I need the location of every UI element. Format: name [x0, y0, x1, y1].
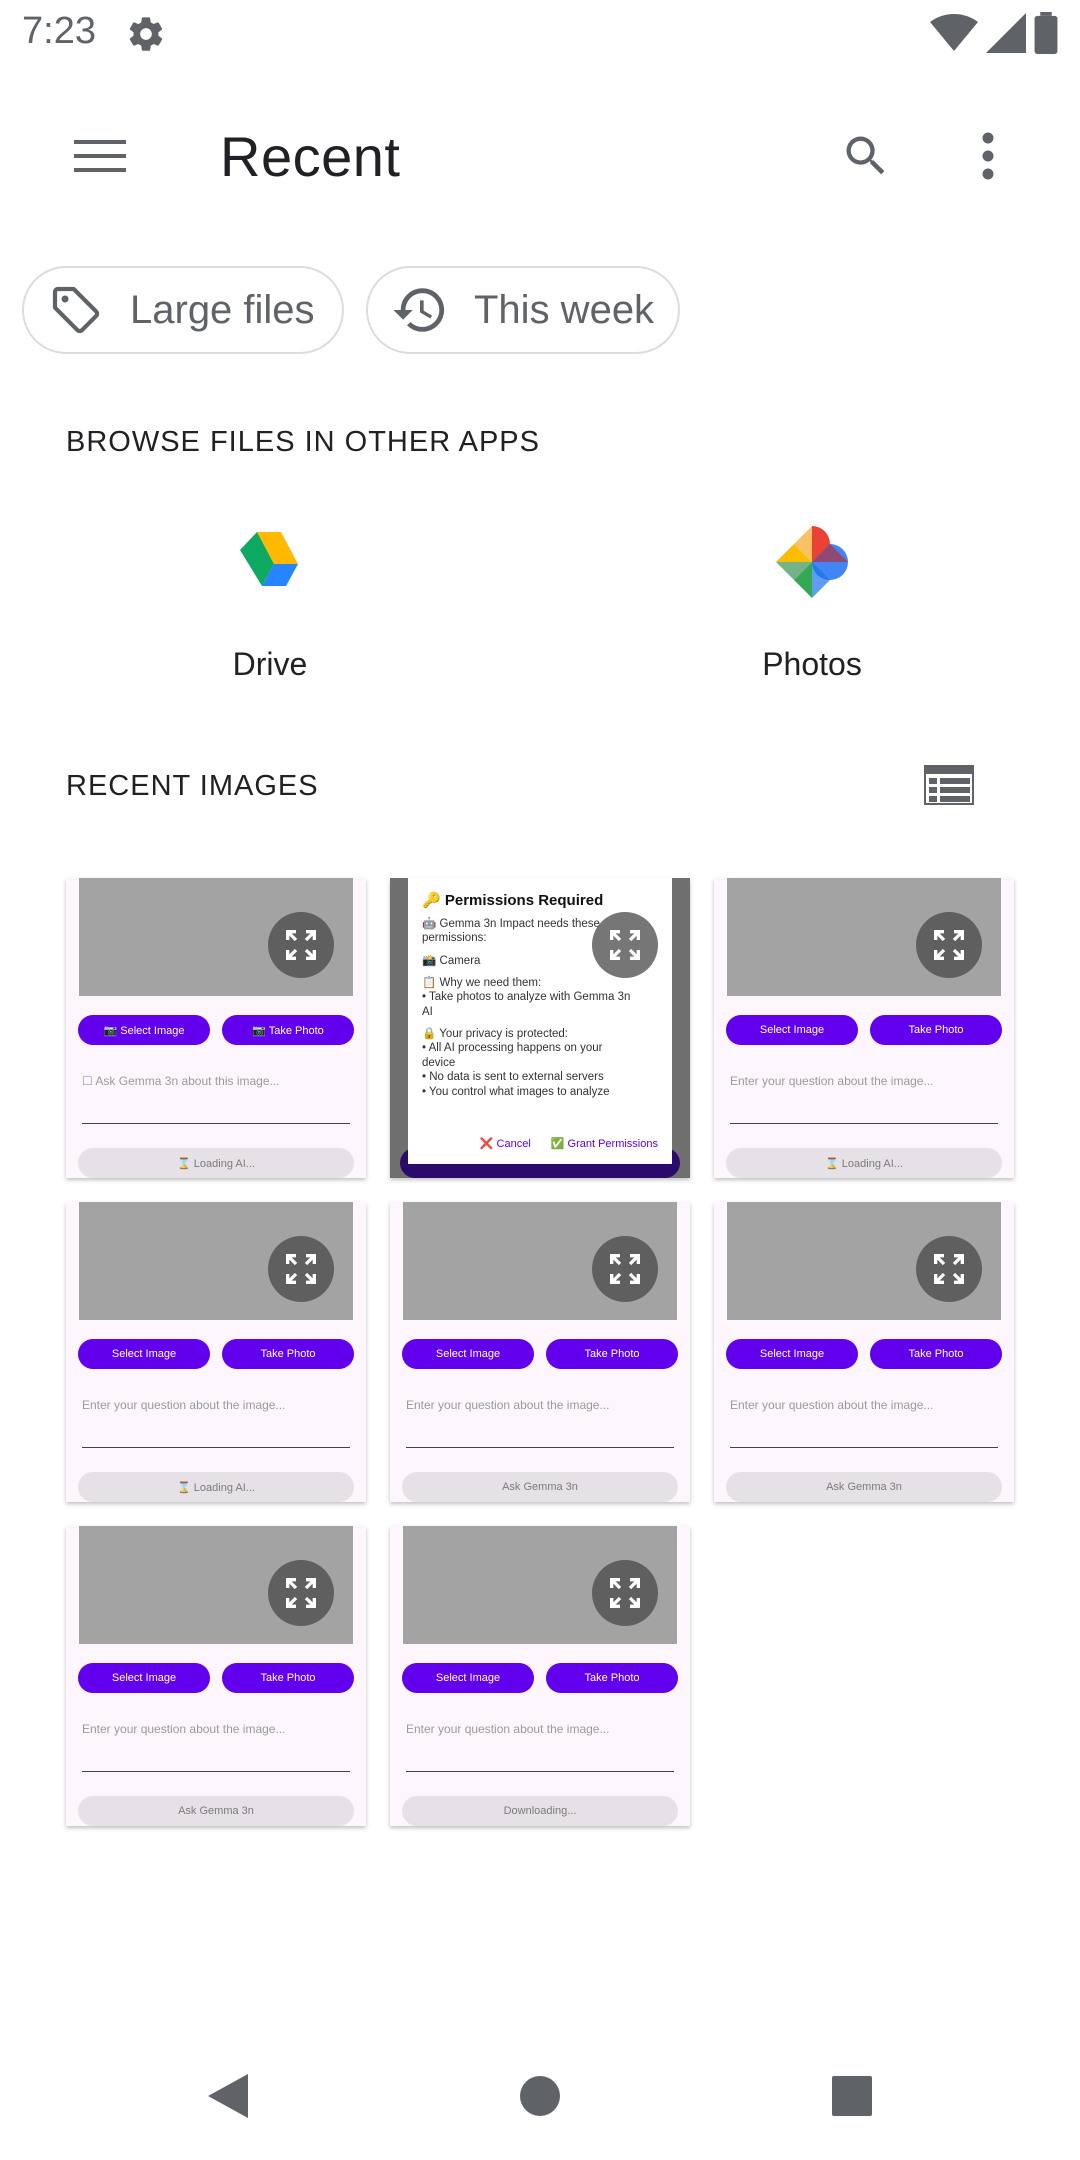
- field-underline: [730, 1447, 998, 1448]
- wifi-icon: [930, 13, 978, 58]
- status-button: ⌛ Loading AI...: [78, 1148, 354, 1178]
- status-button: ⌛ Loading AI...: [726, 1148, 1002, 1178]
- question-field: Enter your question about the image...: [730, 1398, 934, 1412]
- home-icon: [520, 2076, 560, 2116]
- expand-icon[interactable]: [268, 912, 334, 978]
- field-underline: [82, 1771, 350, 1772]
- select-image-button: Select Image: [78, 1663, 210, 1693]
- dialog-title: 🔑 Permissions Required: [422, 892, 604, 909]
- more-options-button[interactable]: [958, 120, 1018, 192]
- select-image-button: 📷 Select Image: [78, 1015, 210, 1045]
- tag-icon: [46, 280, 106, 340]
- back-button[interactable]: [198, 2066, 258, 2126]
- image-thumbnail[interactable]: Select Image Take Photo Enter your quest…: [390, 1526, 690, 1826]
- list-view-toggle-button[interactable]: [918, 754, 980, 816]
- menu-icon: [74, 140, 126, 172]
- app-photos[interactable]: Photos: [692, 520, 932, 690]
- select-image-button: Select Image: [402, 1339, 534, 1369]
- take-photo-button: Take Photo: [870, 1339, 1002, 1369]
- expand-icon[interactable]: [916, 912, 982, 978]
- app-bar: Recent: [0, 100, 1080, 212]
- expand-icon[interactable]: [268, 1236, 334, 1302]
- image-thumbnail[interactable]: Select Image Take Photo Enter your quest…: [714, 878, 1014, 1178]
- list-view-icon: [924, 765, 974, 805]
- field-underline: [82, 1447, 350, 1448]
- question-field: Enter your question about the image...: [730, 1074, 934, 1088]
- status-button: Ask Gemma 3n: [78, 1796, 354, 1826]
- question-field: Enter your question about the image...: [82, 1398, 286, 1412]
- take-photo-button: Take Photo: [870, 1015, 1002, 1045]
- recents-icon: [832, 2076, 872, 2116]
- app-label: Drive: [232, 646, 308, 682]
- dialog-line: • All AI processing happens on your: [422, 1042, 603, 1055]
- home-button[interactable]: [510, 2066, 570, 2126]
- navigation-bar: [0, 2040, 1080, 2160]
- recent-images-title: RECENT IMAGES: [66, 770, 319, 802]
- image-thumbnail[interactable]: 📷 Select Image 📷 Take Photo ☐ Ask Gemma …: [66, 878, 366, 1178]
- dialog-line: 🔒 Your privacy is protected:: [422, 1028, 569, 1040]
- photos-icon: [770, 520, 854, 604]
- expand-icon[interactable]: [916, 1236, 982, 1302]
- field-underline: [406, 1771, 674, 1772]
- chip-large-files[interactable]: Large files: [22, 266, 344, 354]
- status-time: 7:23: [22, 10, 96, 52]
- app-drive[interactable]: Drive: [150, 520, 390, 690]
- status-button: Ask Gemma 3n: [726, 1472, 1002, 1502]
- field-underline: [82, 1123, 350, 1124]
- take-photo-button: 📷 Take Photo: [222, 1015, 354, 1045]
- chip-this-week[interactable]: This week: [366, 266, 680, 354]
- field-underline: [730, 1123, 998, 1124]
- history-icon: [390, 280, 450, 340]
- back-icon: [208, 2074, 248, 2118]
- select-image-button: Select Image: [726, 1339, 858, 1369]
- field-underline: [406, 1447, 674, 1448]
- status-bar: 7:23: [0, 0, 1080, 66]
- image-thumbnail[interactable]: Select Image Take Photo Enter your quest…: [66, 1202, 366, 1502]
- question-field: Enter your question about the image...: [82, 1722, 286, 1736]
- app-label: Photos: [762, 646, 862, 682]
- search-icon: [846, 136, 885, 175]
- select-image-button: Select Image: [726, 1015, 858, 1045]
- question-field: ☐ Ask Gemma 3n about this image...: [82, 1074, 280, 1088]
- status-button: Downloading...: [402, 1796, 678, 1826]
- dialog-line: device: [422, 1056, 456, 1069]
- status-button: ⌛ Loading AI...: [78, 1472, 354, 1502]
- chip-label: Large files: [130, 287, 315, 332]
- battery-icon: [1034, 12, 1058, 59]
- dialog-cancel: ❌ Cancel: [479, 1138, 531, 1151]
- question-field: Enter your question about the image...: [406, 1722, 610, 1736]
- more-vert-icon: [982, 132, 994, 180]
- search-button[interactable]: [830, 120, 902, 192]
- image-thumbnail[interactable]: Select Image Take Photo Enter your quest…: [66, 1526, 366, 1826]
- take-photo-button: Take Photo: [546, 1339, 678, 1369]
- page-title: Recent: [220, 125, 401, 188]
- dialog-line: • Take photos to analyze with Gemma 3n: [422, 991, 631, 1004]
- dialog-line: • No data is sent to external servers: [422, 1071, 604, 1084]
- chip-label: This week: [474, 287, 655, 332]
- gear-icon: [126, 14, 166, 54]
- dialog-grant: ✅ Grant Permissions: [550, 1138, 658, 1151]
- menu-button[interactable]: [64, 128, 136, 184]
- expand-icon[interactable]: [592, 1560, 658, 1626]
- dialog-line: • You control what images to analyze: [422, 1085, 610, 1098]
- recents-button[interactable]: [822, 2066, 882, 2126]
- image-thumbnail[interactable]: Select Image Take Photo Enter your quest…: [390, 1202, 690, 1502]
- signal-icon: [986, 13, 1026, 58]
- select-image-button: Select Image: [78, 1339, 210, 1369]
- take-photo-button: Take Photo: [546, 1663, 678, 1693]
- expand-icon[interactable]: [268, 1560, 334, 1626]
- image-thumbnail[interactable]: Select Image Take Photo Enter your quest…: [714, 1202, 1014, 1502]
- dialog-line: AI: [422, 1005, 433, 1018]
- image-thumbnail[interactable]: 🔑 Permissions Required 🤖 Gemma 3n Impact…: [390, 878, 690, 1178]
- take-photo-button: Take Photo: [222, 1663, 354, 1693]
- select-image-button: Select Image: [402, 1663, 534, 1693]
- take-photo-button: Take Photo: [222, 1339, 354, 1369]
- dialog-line: 📋 Why we need them:: [422, 976, 542, 989]
- expand-icon[interactable]: [592, 912, 658, 978]
- question-field: Enter your question about the image...: [406, 1398, 610, 1412]
- browse-section-title: BROWSE FILES IN OTHER APPS: [66, 426, 540, 458]
- drive-icon: [228, 520, 312, 604]
- expand-icon[interactable]: [592, 1236, 658, 1302]
- status-button: Ask Gemma 3n: [402, 1472, 678, 1502]
